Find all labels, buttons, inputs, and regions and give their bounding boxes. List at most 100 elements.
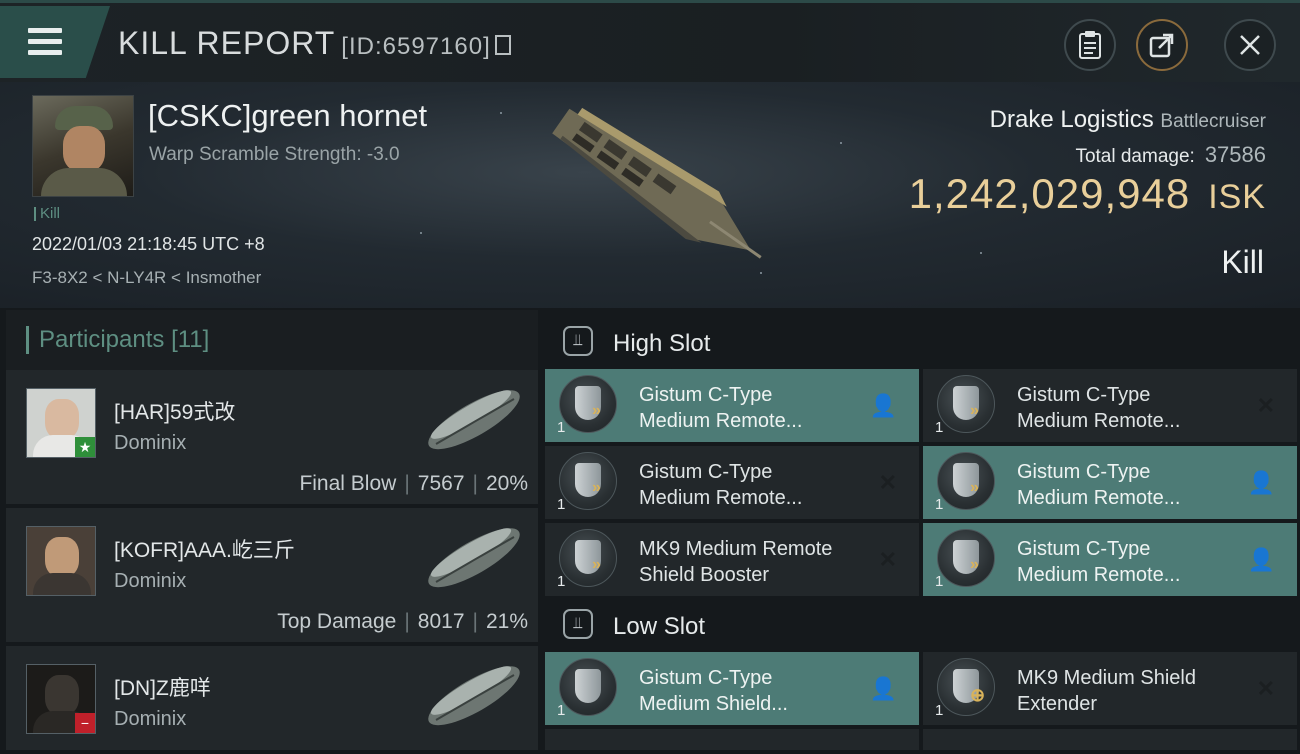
module-slot[interactable]: » 1 Gistum C-Type Medium Remote... 👤 xyxy=(923,523,1297,596)
x-icon: ✕ xyxy=(878,470,897,495)
module-name: Gistum C-Type Medium Remote... xyxy=(639,461,803,509)
person-icon: 👤 xyxy=(869,676,897,701)
module-quantity: 1 xyxy=(557,496,566,513)
shield-module-icon: » xyxy=(559,375,617,433)
module-quantity: 1 xyxy=(557,702,566,719)
result-tag: Kill xyxy=(34,206,60,221)
shield-module-icon: » xyxy=(937,375,995,433)
menu-button[interactable] xyxy=(0,6,110,78)
result-label: Kill xyxy=(1221,244,1264,280)
module-slot[interactable]: » 1 Gistum C-Type Medium Remote... ✕ xyxy=(545,446,919,519)
victim-portrait[interactable] xyxy=(32,95,134,197)
shield-module-icon: » xyxy=(937,452,995,510)
participant-role: Final Blow xyxy=(299,472,397,495)
participant-card[interactable]: ★ [HAR]59式改 Dominix Final Blow | 7567 | 20% xyxy=(6,370,538,508)
victim-ship: Drake Logistics Battlecruiser xyxy=(990,106,1266,134)
module-slot[interactable]: » 1 Gistum C-Type Medium Remote... 👤 xyxy=(545,369,919,442)
clipboard-icon xyxy=(1079,31,1101,59)
title-text: KILL REPORT xyxy=(118,25,336,61)
participant-card[interactable]: − [DN]Z鹿咩 Dominix xyxy=(6,646,538,754)
victim-summary: [CSKC]green hornet Warp Scramble Strengt… xyxy=(0,82,1300,308)
module-slot[interactable]: » 1 Gistum C-Type Medium Remote... 👤 xyxy=(923,446,1297,519)
participants-panel: Participants [11] ★ [HAR]59式改 Dominix Fi… xyxy=(6,310,538,754)
module-name: Gistum C-Type Medium Shield... xyxy=(639,667,788,715)
module-slot[interactable]: 1 Gistum C-Type Medium Shield... 👤 xyxy=(545,652,919,725)
participant-avatar[interactable]: − xyxy=(26,664,96,734)
participant-stats: Top Damage | 8017 | 21% xyxy=(277,610,528,633)
low-slot-label: Low Slot xyxy=(613,613,706,640)
low-slot-header: ⫫ Low Slot xyxy=(545,597,1300,657)
module-name: MK9 Medium Remote Shield Booster xyxy=(639,538,833,586)
shield-module-icon xyxy=(559,658,617,716)
ship-class: Battlecruiser xyxy=(1160,111,1266,132)
participant-name: [KOFR]AAA.屹三斤 xyxy=(114,539,295,562)
close-button[interactable] xyxy=(1224,19,1276,71)
star-icon: ★ xyxy=(75,437,95,457)
isk-amount: 1,242,029,948 xyxy=(908,170,1191,217)
share-button[interactable] xyxy=(1136,19,1188,71)
shield-extender-icon: ⊕ xyxy=(937,658,995,716)
participant-ship-image xyxy=(428,528,520,588)
low-slot-icon: ⫫ xyxy=(563,609,593,639)
x-icon: ✕ xyxy=(1256,676,1275,701)
victim-pilot-name[interactable]: [CSKC]green hornet xyxy=(148,98,427,134)
ship-name[interactable]: Drake Logistics xyxy=(990,106,1154,133)
top-bar: KILL REPORT [ID:6597160] xyxy=(0,0,1300,82)
participant-role: Top Damage xyxy=(277,610,397,633)
module-slot[interactable]: ⊕ 1 MK9 Medium Shield Extender ✕ xyxy=(923,652,1297,725)
clipboard-button[interactable] xyxy=(1064,19,1116,71)
participant-avatar[interactable] xyxy=(26,526,96,596)
isk-unit: ISK xyxy=(1208,178,1266,216)
module-name: Gistum C-Type Medium Remote... xyxy=(1017,538,1181,586)
participant-name: [DN]Z鹿咩 xyxy=(114,677,211,700)
person-icon: 👤 xyxy=(1247,470,1275,495)
share-icon xyxy=(1149,33,1174,58)
participant-ship-image xyxy=(428,666,520,726)
total-damage: Total damage: 37586 xyxy=(1075,142,1266,168)
participant-ship: Dominix xyxy=(114,570,187,592)
participant-card[interactable]: [KOFR]AAA.屹三斤 Dominix Top Damage | 8017 | 21… xyxy=(6,508,538,646)
module-name: Gistum C-Type Medium Remote... xyxy=(1017,461,1181,509)
module-quantity: 1 xyxy=(935,573,944,590)
participant-ship: Dominix xyxy=(114,708,187,730)
kill-location: F3-8X2 < N-LY4R < Insmother xyxy=(32,268,262,287)
participants-label: Participants xyxy=(39,326,165,353)
module-quantity: 1 xyxy=(935,702,944,719)
hamburger-icon xyxy=(28,28,62,61)
participant-avatar[interactable]: ★ xyxy=(26,388,96,458)
participants-count: [11] xyxy=(171,326,210,353)
module-quantity: 1 xyxy=(557,419,566,436)
participants-header: Participants [11] xyxy=(26,326,209,354)
high-slot-header: ⫫ High Slot xyxy=(545,314,1300,374)
participant-name: [HAR]59式改 xyxy=(114,401,236,424)
person-icon: 👤 xyxy=(1247,547,1275,572)
module-name: Gistum C-Type Medium Remote... xyxy=(639,384,803,432)
report-id: [ID:6597160] xyxy=(341,33,491,60)
participant-ship-image xyxy=(428,390,520,450)
participant-damage: 7567 xyxy=(417,472,465,495)
high-slot-label: High Slot xyxy=(613,330,711,357)
x-icon: ✕ xyxy=(878,547,897,572)
x-icon: ✕ xyxy=(1256,393,1275,418)
module-slot[interactable] xyxy=(923,729,1297,750)
participant-damage: 8017 xyxy=(417,610,465,633)
kill-datetime: 2022/01/03 21:18:45 UTC +8 xyxy=(32,234,265,254)
total-damage-value: 37586 xyxy=(1204,142,1266,167)
copy-icon[interactable] xyxy=(494,35,511,55)
module-name: Gistum C-Type Medium Remote... xyxy=(1017,384,1181,432)
module-quantity: 1 xyxy=(935,419,944,436)
close-icon xyxy=(1240,35,1260,55)
participant-stats: Final Blow | 7567 | 20% xyxy=(299,472,528,495)
participant-ship: Dominix xyxy=(114,432,187,454)
module-slot[interactable]: » 1 Gistum C-Type Medium Remote... ✕ xyxy=(923,369,1297,442)
participant-percent: 21% xyxy=(485,610,528,633)
warp-scramble-strength: Warp Scramble Strength: -3.0 xyxy=(149,144,400,165)
module-slot[interactable] xyxy=(545,729,919,750)
minus-icon: − xyxy=(75,713,95,733)
module-slot[interactable]: » 1 MK9 Medium Remote Shield Booster ✕ xyxy=(545,523,919,596)
high-slot-icon: ⫫ xyxy=(563,326,593,356)
victim-ship-image xyxy=(552,107,762,259)
module-quantity: 1 xyxy=(935,496,944,513)
module-quantity: 1 xyxy=(557,573,566,590)
total-damage-label: Total damage: xyxy=(1075,146,1195,167)
